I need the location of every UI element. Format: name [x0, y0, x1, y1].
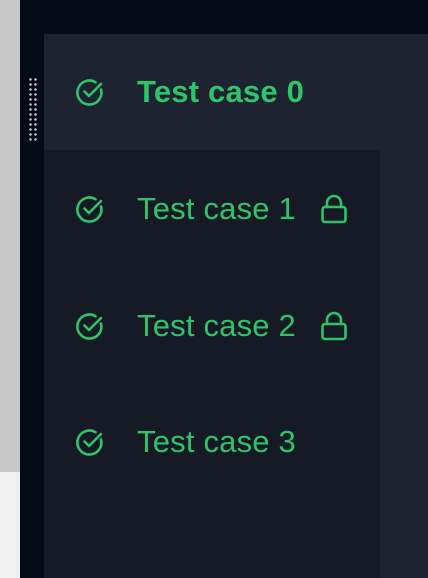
- check-circle-icon: [76, 196, 103, 223]
- background-strip: [0, 0, 20, 578]
- test-case-item-3[interactable]: Test case 3: [44, 384, 380, 500]
- background-strip-lower: [0, 472, 20, 578]
- lock-icon: [321, 311, 347, 341]
- lock-icon: [321, 194, 347, 224]
- test-case-label: Test case 0: [137, 74, 305, 109]
- test-case-label: Test case 2: [137, 308, 297, 343]
- test-case-label: Test case 1: [137, 191, 297, 226]
- resize-handle-icon[interactable]: [28, 77, 38, 141]
- check-circle-icon: [76, 79, 103, 106]
- test-case-item-1[interactable]: Test case 1: [44, 151, 380, 267]
- test-case-list: Test case 0 Test case 1 Test case 2 Test…: [44, 34, 428, 578]
- test-case-item-2[interactable]: Test case 2: [44, 268, 380, 384]
- check-circle-icon: [76, 429, 103, 456]
- check-circle-icon: [76, 313, 103, 340]
- test-case-item-0[interactable]: Test case 0: [44, 34, 428, 150]
- test-case-label: Test case 3: [137, 424, 297, 459]
